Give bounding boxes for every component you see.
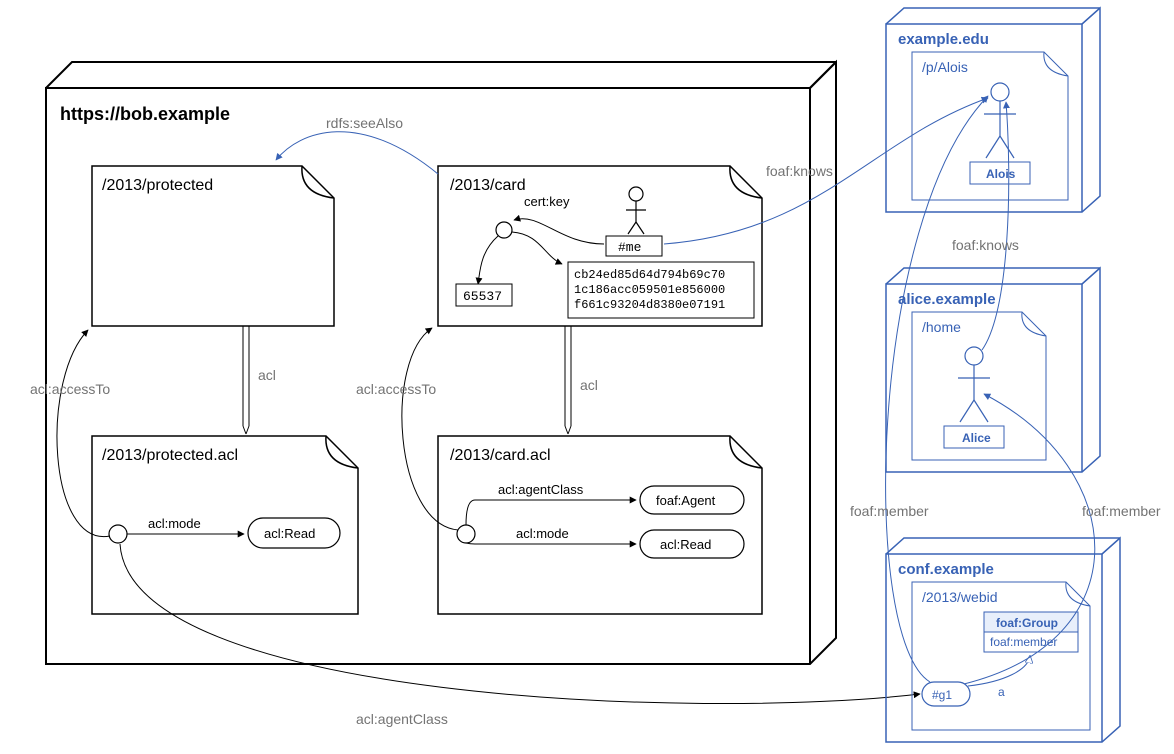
edge-accessTo-right: acl:accessTo [356,328,458,530]
doctitle-alice: /home [922,319,961,335]
cert-key-node [496,222,512,238]
label-member-right: foaf:member [1082,503,1161,519]
box-conf-example: conf.example /2013/webid foaf:Group foaf… [886,538,1120,742]
label-example-edu: example.edu [898,31,989,48]
stickfigure-me [626,187,646,234]
label-acl-mode: acl:mode [148,516,201,531]
doc-card-acl: /2013/card.acl acl:agentClass foaf:Agent… [438,436,762,614]
box-alice-example: alice.example /home Alice [886,268,1100,472]
label-agentClass-out: acl:agentClass [356,711,448,727]
edge-agentClass-out: acl:agentClass [120,544,920,727]
modulus-line-0: cb24ed85d64d794b69c70 [574,268,725,282]
label-knows-mid: foaf:knows [952,237,1019,253]
stickfigure-alice [958,347,990,422]
edge-foaf-knows-mid: foaf:knows [952,102,1019,350]
diagram-canvas: https://bob.example /2013/protected /201… [0,0,1174,754]
doc-card-title: /2013/card [450,177,526,194]
doc-protected-acl: /2013/protected.acl acl:mode acl:Read [92,436,358,614]
main-box-title: https://bob.example [60,104,230,124]
label-seeAlso: rdfs:seeAlso [326,115,403,131]
label-knows-top: foaf:knows [766,163,833,179]
label-accessTo-right: acl:accessTo [356,381,436,397]
doc-protected-title: /2013/protected [102,177,213,194]
label-member-left: foaf:member [850,503,929,519]
label-alice-example: alice.example [898,291,996,308]
doc-card-acl-title: /2013/card.acl [450,447,551,464]
doc-protected-acl-title: /2013/protected.acl [102,447,238,464]
text-foaf-agent: foaf:Agent [656,493,716,508]
main-box: https://bob.example [46,62,836,664]
text-alice: Alice [962,431,991,445]
text-exponent: 65537 [463,289,502,304]
label-mode-card: acl:mode [516,526,569,541]
stickfigure-alois [984,83,1016,158]
box-example-edu: example.edu /p/Alois Alois [886,8,1100,212]
edge-seeAlso: rdfs:seeAlso [276,115,438,174]
text-a: a [998,685,1005,699]
doctitle-edu: /p/Alois [922,59,968,75]
text-alois: Alois [986,167,1016,181]
label-conf-example: conf.example [898,561,994,578]
edge-accessTo-left: acl:accessTo [30,330,110,537]
label-acl-right: acl [580,377,598,393]
blank-node-card [457,525,475,543]
text-acl-read: acl:Read [264,526,315,541]
text-group: foaf:Group [996,616,1058,630]
doc-card: /2013/card #me cert:key 65537 cb24ed85d6… [438,166,762,326]
text-g1: #g1 [932,688,952,702]
edge-acl-left: acl [243,326,276,434]
doctitle-conf: /2013/webid [922,589,998,605]
doc-protected: /2013/protected [92,166,334,326]
label-agentClass: acl:agentClass [498,482,584,497]
modulus-line-2: f661c93204d8380e07191 [574,298,725,312]
edge-acl-right: acl [565,326,598,434]
text-group-member: foaf:member [990,635,1057,649]
blank-node [109,525,127,543]
text-acl-read-card: acl:Read [660,537,711,552]
text-me: #me [618,240,641,255]
label-cert-key: cert:key [524,194,570,209]
label-accessTo-left: acl:accessTo [30,381,110,397]
edge-foaf-knows-top: foaf:knows [664,98,988,244]
modulus-line-1: 1c186acc059501e856000 [574,283,725,297]
label-acl-left: acl [258,367,276,383]
